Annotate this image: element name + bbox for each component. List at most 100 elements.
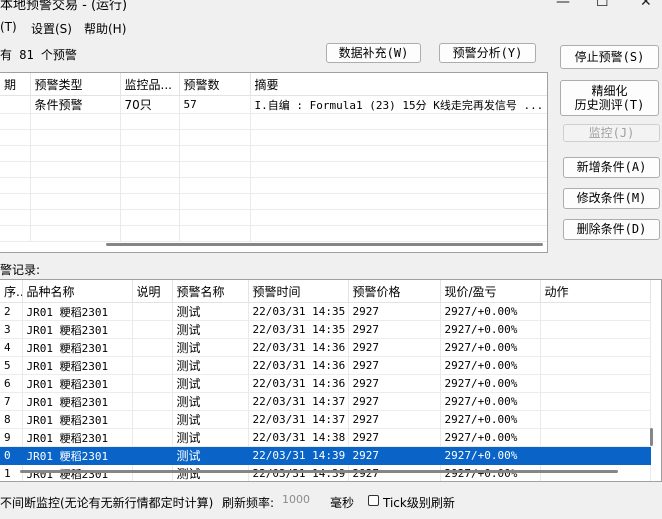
tick-refresh-checkbox[interactable] [368, 495, 379, 506]
table-row [0, 129, 547, 146]
table-cell [540, 428, 651, 447]
table-cell: 4 [0, 338, 23, 357]
column-header[interactable]: 监控品... [120, 73, 180, 96]
column-header[interactable]: 动作 [540, 280, 651, 303]
table-cell [540, 320, 651, 339]
table-row[interactable]: 9 JR01 粳稻2301 测试 22/03/31 14:38 2927 2927/+0.… [0, 428, 651, 447]
vertical-scrollbar[interactable] [650, 428, 653, 446]
table-cell: JR01 粳稻2301 [22, 302, 133, 321]
table-row[interactable]: 6 JR01 粳稻2301 测试 22/03/31 14:36 2927 2927/+0.… [0, 374, 651, 393]
stop-alert-button[interactable]: 停止预警(S) [560, 45, 659, 69]
table-cell: JR01 粳稻2301 [22, 428, 133, 447]
table-cell: JR01 粳稻2301 [22, 320, 133, 339]
alert-analysis-button[interactable]: 预警分析(Y) [439, 43, 536, 63]
tick-refresh-label[interactable]: Tick级别刷新 [383, 494, 455, 511]
table-cell: 测试 [172, 464, 249, 481]
menu-item-help[interactable]: 帮助(H) [84, 20, 126, 37]
column-header[interactable]: 品种名称 [22, 280, 133, 303]
data-supplement-button[interactable]: 数据补充(W) [326, 43, 421, 63]
table-cell: 2927 [348, 446, 441, 465]
records-header-row: 序... 品种名称 说明 预警名称 预警时间 预警价格 现价/盈亏 动作 [0, 280, 651, 303]
column-header[interactable]: 预警类型 [30, 73, 121, 96]
close-icon[interactable]: ✕ [640, 0, 652, 10]
table-cell [540, 464, 651, 481]
table-cell: JR01 粳稻2301 [22, 392, 133, 411]
column-header[interactable]: 预警数 [179, 73, 251, 96]
alert-count-text: 有 81 个预警 [0, 48, 77, 62]
table-row[interactable]: 条件预警 70只 57 I.自编 : Formula1 (23) 15分 K线走… [0, 95, 547, 114]
table-cell: 测试 [172, 374, 249, 393]
table-cell [540, 338, 651, 357]
table-cell: 2927/+0.00% [440, 356, 541, 375]
table-cell: 22/03/31 14:39 [248, 446, 349, 465]
table-cell [540, 446, 651, 465]
table-cell [132, 338, 173, 357]
table-cell [540, 410, 651, 429]
table-cell: 8 [0, 410, 23, 429]
modify-condition-button[interactable]: 修改条件(M) [563, 188, 660, 209]
records-table-panel: 序... 品种名称 说明 预警名称 预警时间 预警价格 现价/盈亏 动作 2JR… [0, 279, 662, 482]
table-cell: 2927 [348, 302, 441, 321]
delete-condition-button[interactable]: 删除条件(D) [563, 219, 660, 240]
table-cell: 22/03/31 14:36 [248, 374, 349, 393]
column-header[interactable]: 现价/盈亏 [440, 280, 541, 303]
table-cell: 2927/+0.00% [440, 392, 541, 411]
table-cell [0, 95, 31, 114]
refresh-rate-input[interactable] [280, 490, 324, 508]
table-cell [540, 302, 651, 321]
records-label: 警记录: [0, 263, 41, 277]
table-cell: 22/03/31 14:36 [248, 356, 349, 375]
table-row[interactable]: 5 JR01 粳稻2301 测试 22/03/31 14:36 2927 2927/+0.… [0, 356, 651, 375]
table-row [0, 113, 547, 130]
maximize-icon[interactable]: ☐ [596, 0, 609, 10]
table-cell: JR01 粳稻2301 [22, 374, 133, 393]
table-cell [132, 374, 173, 393]
monitor-button[interactable]: 监控(J) [563, 124, 660, 142]
column-header[interactable]: 序... [0, 280, 23, 303]
table-cell: JR01 粳稻2301 [22, 356, 133, 375]
table-cell: 2927 [348, 428, 441, 447]
table-cell: 测试 [172, 392, 249, 411]
column-header[interactable]: 预警名称 [172, 280, 249, 303]
table-cell [132, 320, 173, 339]
menu-item-settings[interactable]: 设置(S) [31, 20, 72, 37]
minimize-icon[interactable]: — [556, 0, 570, 10]
table-row[interactable]: 4 JR01 粳稻2301 测试 22/03/31 14:36 2927 2927/+0.… [0, 338, 651, 357]
table-cell: 1 [0, 464, 23, 481]
table-row [0, 161, 547, 178]
table-row[interactable]: 8 JR01 粳稻2301 测试 22/03/31 14:37 2927 2927/+0.… [0, 410, 651, 429]
table-row[interactable]: 1 JR01 粳稻2301 测试 22/03/31 14:39 2927 2927/+0.… [0, 464, 651, 481]
table-cell: 22/03/31 14:35 [248, 302, 349, 321]
table-row [0, 193, 547, 210]
refined-backtest-button[interactable]: 精细化 历史测评(T) [560, 80, 659, 116]
add-condition-button[interactable]: 新增条件(A) [563, 157, 660, 178]
table-cell: 22/03/31 14:36 [248, 338, 349, 357]
table-cell [132, 392, 173, 411]
table-cell: 6 [0, 374, 23, 393]
column-header[interactable]: 预警时间 [248, 280, 349, 303]
refresh-rate-label: 刷新频率: [222, 496, 275, 510]
column-header[interactable]: 期 [0, 73, 31, 96]
table-row[interactable]: 3 JR01 粳稻2301 测试 22/03/31 14:35 2927 2927/+0.… [0, 320, 651, 339]
horizontal-scrollbar[interactable] [106, 243, 543, 246]
horizontal-scrollbar[interactable] [20, 470, 618, 473]
records-table: 序... 品种名称 说明 预警名称 预警时间 预警价格 现价/盈亏 动作 2JR… [0, 280, 651, 481]
table-cell: 测试 [172, 446, 249, 465]
table-row[interactable]: 2 JR01 粳稻2301 测试 22/03/31 14:35 2927 2927/+0.… [0, 302, 651, 321]
table-cell: 7 [0, 392, 23, 411]
table-cell: 测试 [172, 302, 249, 321]
menu-item-trade[interactable]: (T) [0, 20, 17, 34]
conditions-table-panel: 期 预警类型 监控品... 预警数 摘要 条件预警 70只 57 I.自编 : … [0, 72, 548, 253]
table-row[interactable]: 7 JR01 粳稻2301 测试 22/03/31 14:37 2927 2927/+0.… [0, 392, 651, 411]
table-cell: JR01 粳稻2301 [22, 446, 133, 465]
table-cell: 测试 [172, 338, 249, 357]
table-cell [132, 428, 173, 447]
table-cell: 2927 [348, 356, 441, 375]
table-cell [132, 302, 173, 321]
column-header[interactable]: 摘要 [250, 73, 547, 96]
column-header[interactable]: 预警价格 [348, 280, 441, 303]
table-row[interactable]: 0 JR01 粳稻2301 测试 22/03/31 14:39 2927 2927/+0.… [0, 446, 651, 465]
table-cell [540, 392, 651, 411]
table-cell: 22/03/31 14:38 [248, 428, 349, 447]
column-header[interactable]: 说明 [132, 280, 173, 303]
